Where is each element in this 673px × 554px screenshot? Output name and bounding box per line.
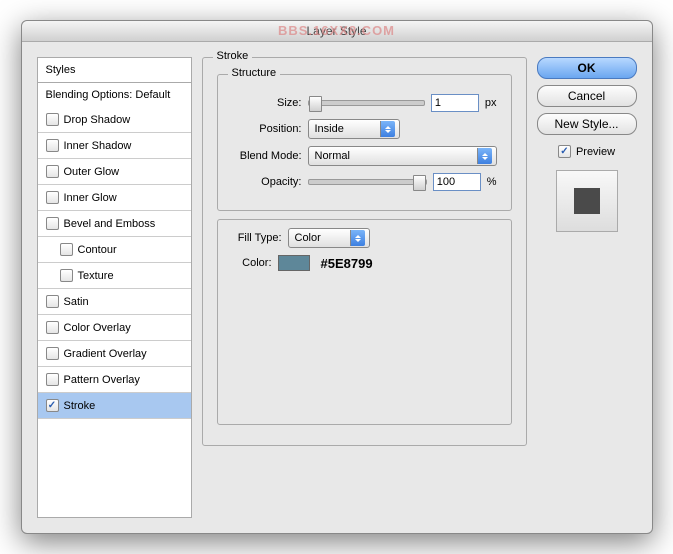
structure-legend: Structure xyxy=(228,67,281,79)
opacity-unit: % xyxy=(487,176,497,188)
style-checkbox[interactable] xyxy=(46,217,59,230)
style-label: Bevel and Emboss xyxy=(64,218,156,230)
options-panel: Stroke Structure Size: px Position: Insi… xyxy=(202,57,527,518)
style-item-outer-glow[interactable]: Outer Glow xyxy=(38,159,191,185)
styles-sidebar: Styles Blending Options: Default Drop Sh… xyxy=(37,57,192,518)
titlebar: BBS.16XX8.COM Layer Style xyxy=(22,21,652,42)
chevron-updown-icon xyxy=(380,121,395,137)
size-unit: px xyxy=(485,97,497,109)
style-item-gradient-overlay[interactable]: Gradient Overlay xyxy=(38,341,191,367)
style-checkbox[interactable] xyxy=(46,139,59,152)
style-label: Contour xyxy=(78,244,117,256)
preview-checkbox[interactable] xyxy=(558,145,571,158)
structure-fieldset: Structure Size: px Position: Inside xyxy=(217,74,512,211)
position-label: Position: xyxy=(232,123,302,135)
style-item-inner-glow[interactable]: Inner Glow xyxy=(38,185,191,211)
style-checkbox[interactable] xyxy=(60,269,73,282)
preview-label: Preview xyxy=(576,146,615,158)
style-label: Drop Shadow xyxy=(64,114,131,126)
color-label: Color: xyxy=(232,257,272,269)
color-swatch[interactable] xyxy=(278,255,310,271)
style-checkbox[interactable] xyxy=(46,113,59,126)
chevron-updown-icon xyxy=(350,230,365,246)
style-checkbox[interactable] xyxy=(46,399,59,412)
style-checkbox[interactable] xyxy=(46,165,59,178)
style-checkbox[interactable] xyxy=(46,191,59,204)
style-label: Pattern Overlay xyxy=(64,374,140,386)
style-item-bevel-and-emboss[interactable]: Bevel and Emboss xyxy=(38,211,191,237)
style-checkbox[interactable] xyxy=(60,243,73,256)
color-hex: #5E8799 xyxy=(321,256,373,271)
style-checkbox[interactable] xyxy=(46,295,59,308)
opacity-label: Opacity: xyxy=(232,176,302,188)
style-item-stroke[interactable]: Stroke xyxy=(38,393,191,419)
blendmode-select[interactable]: Normal xyxy=(308,146,497,166)
preview-box xyxy=(556,170,618,232)
style-item-satin[interactable]: Satin xyxy=(38,289,191,315)
opacity-input[interactable] xyxy=(433,173,481,191)
dialog-title: Layer Style xyxy=(306,24,366,38)
style-checkbox[interactable] xyxy=(46,347,59,360)
blending-options-row[interactable]: Blending Options: Default xyxy=(37,82,192,107)
stroke-fieldset: Stroke Structure Size: px Position: Insi… xyxy=(202,57,527,446)
styles-header[interactable]: Styles xyxy=(37,57,192,82)
style-label: Stroke xyxy=(64,400,96,412)
stroke-legend: Stroke xyxy=(213,50,253,62)
filltype-label: Fill Type: xyxy=(232,232,282,244)
style-item-contour[interactable]: Contour xyxy=(38,237,191,263)
position-select[interactable]: Inside xyxy=(308,119,400,139)
style-label: Outer Glow xyxy=(64,166,120,178)
ok-button[interactable]: OK xyxy=(537,57,637,79)
style-label: Inner Glow xyxy=(64,192,117,204)
style-item-color-overlay[interactable]: Color Overlay xyxy=(38,315,191,341)
style-item-inner-shadow[interactable]: Inner Shadow xyxy=(38,133,191,159)
style-label: Color Overlay xyxy=(64,322,131,334)
style-label: Satin xyxy=(64,296,89,308)
style-label: Gradient Overlay xyxy=(64,348,147,360)
style-item-texture[interactable]: Texture xyxy=(38,263,191,289)
style-label: Inner Shadow xyxy=(64,140,132,152)
style-item-drop-shadow[interactable]: Drop Shadow xyxy=(38,107,191,133)
size-label: Size: xyxy=(232,97,302,109)
style-item-pattern-overlay[interactable]: Pattern Overlay xyxy=(38,367,191,393)
preview-swatch xyxy=(574,188,600,214)
fill-fieldset: Fill Type: Color Color: #5E8799 xyxy=(217,219,512,425)
style-label: Texture xyxy=(78,270,114,282)
blendmode-label: Blend Mode: xyxy=(232,150,302,162)
styles-list: Drop Shadow Inner Shadow Outer Glow Inner G… xyxy=(37,107,192,518)
layer-style-dialog: BBS.16XX8.COM Layer Style Styles Blendin… xyxy=(21,20,653,534)
opacity-slider[interactable] xyxy=(308,179,427,185)
chevron-updown-icon xyxy=(477,148,492,164)
style-checkbox[interactable] xyxy=(46,373,59,386)
style-checkbox[interactable] xyxy=(46,321,59,334)
cancel-button[interactable]: Cancel xyxy=(537,85,637,107)
button-column: OK Cancel New Style... Preview xyxy=(537,57,637,518)
size-slider[interactable] xyxy=(308,100,425,106)
new-style-button[interactable]: New Style... xyxy=(537,113,637,135)
size-input[interactable] xyxy=(431,94,479,112)
filltype-select[interactable]: Color xyxy=(288,228,370,248)
